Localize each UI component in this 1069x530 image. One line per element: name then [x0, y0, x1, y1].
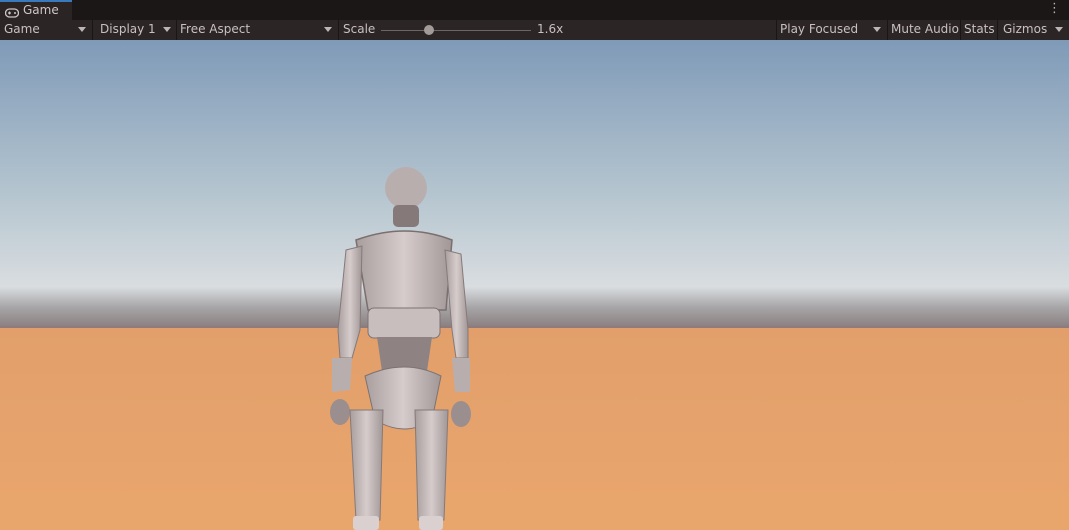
- view-mode-dropdown[interactable]: Game: [0, 20, 92, 40]
- mute-audio-toggle[interactable]: Mute Audio: [888, 20, 960, 40]
- scale-value: 1.6x: [537, 22, 564, 36]
- ground-plane: [0, 328, 1069, 530]
- stats-toggle[interactable]: Stats: [961, 20, 997, 40]
- game-scene: [0, 40, 1069, 530]
- tab-label: Game: [23, 3, 59, 17]
- aspect-label: Free Aspect: [180, 22, 251, 36]
- horizon-line: [0, 326, 1069, 328]
- scale-slider-track[interactable]: [381, 30, 531, 31]
- scale-slider-handle[interactable]: [424, 25, 434, 35]
- gizmos-dropdown[interactable]: [1050, 20, 1069, 40]
- aspect-dropdown[interactable]: Free Aspect: [177, 20, 338, 40]
- kebab-menu-icon[interactable]: ⋮: [1048, 1, 1061, 17]
- gizmos-toggle[interactable]: Gizmos: [998, 20, 1050, 40]
- tab-game[interactable]: Game: [0, 0, 72, 20]
- scale-label: Scale: [343, 22, 376, 36]
- chevron-down-icon: [324, 27, 332, 32]
- tab-bar: Game ⋮: [0, 0, 1069, 20]
- chevron-down-icon: [873, 27, 881, 32]
- display-dropdown[interactable]: Display 1: [93, 20, 176, 40]
- view-mode-label: Game: [4, 22, 40, 36]
- chevron-down-icon: [78, 27, 86, 32]
- play-mode-dropdown[interactable]: Play Focused: [777, 20, 887, 40]
- chevron-down-icon: [1055, 27, 1063, 32]
- mute-audio-label: Mute Audio: [891, 22, 959, 36]
- game-view-toolbar: Game Display 1 Free Aspect Scale 1.6x Pl…: [0, 20, 1069, 41]
- gizmos-label: Gizmos: [1003, 22, 1048, 36]
- display-label: Display 1: [100, 22, 156, 36]
- game-viewport[interactable]: [0, 40, 1069, 530]
- sky: [0, 40, 1069, 327]
- chevron-down-icon: [163, 27, 171, 32]
- stats-label: Stats: [964, 22, 995, 36]
- play-mode-label: Play Focused: [780, 22, 859, 36]
